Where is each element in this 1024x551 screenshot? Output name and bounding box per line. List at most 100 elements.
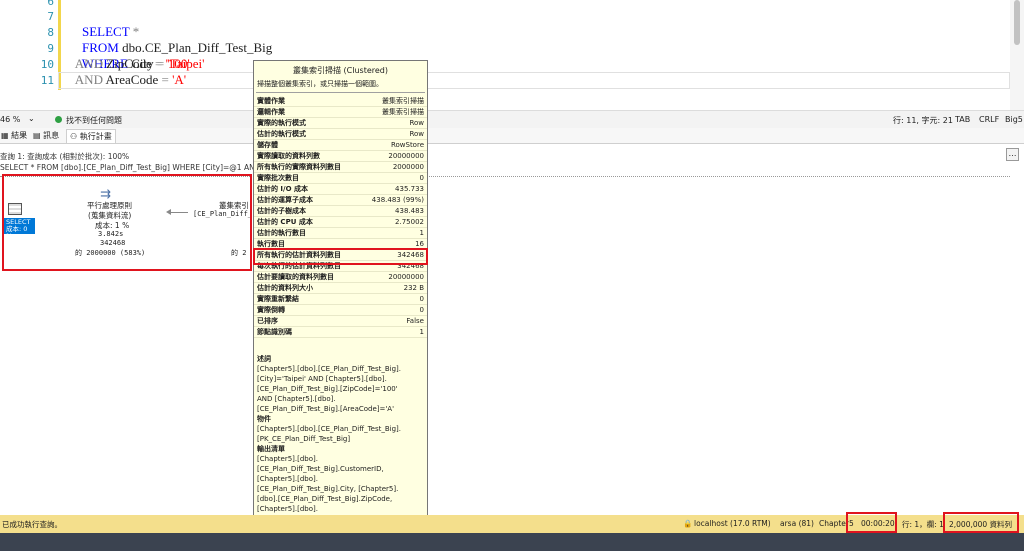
divider [256,92,425,93]
property-name: 實際批次數目 [257,174,299,182]
property-name: 估計的執行數目 [257,229,306,237]
property-value: 叢集索引掃描 [382,97,424,105]
line-number: 7 [47,10,54,23]
query-text: SELECT * FROM [dbo].[CE_Plan_Diff_Test_B… [0,163,278,172]
property-value: 438.483 (99%) [371,196,424,204]
property-value: 232 B [403,284,424,292]
tooltip-output-line: [Chapter5].[dbo]. [257,455,318,463]
tooltip-predicate-line: [CE_Plan_Diff_Test_Big].[ZipCode]='100' [257,385,398,393]
property-name: 估計的子樹成本 [257,207,306,215]
no-issues-icon [55,116,62,123]
tooltip-property-row: 實際讀取的資料列數 20000000 [254,151,427,162]
tab-label: 執行計畫 [79,132,112,141]
highlight-box-rows [943,512,1019,533]
lock-icon: 🔒 [683,519,693,528]
highlight-box-estimated-rows [253,248,428,265]
line-number: 11 [40,74,54,87]
encoding[interactable]: Big5 [1005,115,1023,124]
property-name: 節點識別碼 [257,328,292,336]
tooltip-properties: 實體作業 叢集索引掃描 邏輯作業 叢集索引掃描 實際的執行模式 Row 估計的執行模式 Row… [254,96,427,338]
line-ending[interactable]: CRLF [979,115,999,124]
property-value: 0 [419,174,424,182]
property-value: 20000000 [388,152,424,160]
tooltip-property-row: 實際重新繫結 0 [254,294,427,305]
tooltip-object-line: [PK_CE_Plan_Diff_Test_Big] [257,435,351,443]
tooltip-predicate-line: [City]='Taipei' AND [Chapter5].[dbo]. [257,375,387,383]
property-name: 邏輯作業 [257,108,285,116]
property-name: 實際倒轉 [257,306,285,314]
zoom-level[interactable]: 46 % [0,115,20,124]
scrollbar-thumb[interactable] [1014,0,1020,45]
status-bar: 已成功執行查詢。 🔒 localhost (17.0 RTM) arsa (81… [0,512,1024,533]
tab-execution-plan[interactable]: ⚇ 執行計畫 [66,129,116,143]
query-cost-header: 查詢 1: 查詢成本 (相對於批次): 100% [0,152,130,161]
issues-indicator[interactable]: 找不到任何問題 [66,115,122,126]
tooltip-output-line: [Chapter5].[dbo]. [257,505,318,513]
identifier-token: AreaCode [105,72,159,87]
editor-vertical-scrollbar[interactable] [1010,0,1024,110]
tooltip-predicate-line: AND [Chapter5].[dbo]. [257,395,336,403]
tooltip-output-line: [CE_Plan_Diff_Test_Big].City, [Chapter5]… [257,485,399,493]
section-title: 述詞 [257,355,271,363]
tooltip-property-row: 估計的資料列大小 232 B [254,283,427,294]
more-options-button[interactable]: … [1006,148,1019,161]
property-name: 估計的執行模式 [257,130,306,138]
tooltip-property-row: 所有執行的實際資料列數目 2000000 [254,162,427,173]
property-name: 所有執行的實際資料列數目 [257,163,341,171]
tooltip-property-row: 實際倒轉 0 [254,305,427,316]
property-name: 實體作業 [257,97,285,105]
tooltip-property-row: 估計的執行模式 Row [254,129,427,140]
tooltip-object-line: [Chapter5].[dbo].[CE_Plan_Diff_Test_Big]… [257,425,402,433]
property-value: 1 [419,229,424,237]
indent-mode[interactable]: TAB [955,115,970,124]
property-value: 2.75002 [395,218,424,226]
tooltip-property-row: 估計的子樹成本 438.483 [254,206,427,217]
property-value: Row [409,119,424,127]
property-name: 估計要讀取的資料列數目 [257,273,334,281]
tooltip-predicate-line: [Chapter5].[dbo].[CE_Plan_Diff_Test_Big]… [257,365,402,373]
tab-results[interactable]: ▦ 結果 [0,129,30,143]
tooltip-output-line: [dbo].[CE_Plan_Diff_Test_Big].ZipCode, [257,495,393,503]
property-name: 已排序 [257,317,278,325]
property-name: 儲存體 [257,141,278,149]
property-value: False [406,317,424,325]
code-line-11[interactable]: AND AreaCode = 'A' [69,72,186,104]
property-value: 叢集索引掃描 [382,108,424,116]
section-title: 物件 [257,415,271,423]
highlight-box-operators [2,174,252,271]
section-title: 輸出清單 [257,445,285,453]
identifier-token: ZipCode [106,56,152,71]
execution-plan-pane[interactable]: 查詢 1: 查詢成本 (相對於批次): 100% SELECT * FROM [… [0,145,1024,515]
property-value: 435.733 [395,185,424,193]
property-value: Row [409,130,424,138]
property-name: 估計的資料列大小 [257,284,313,292]
tooltip-property-row: 估計的執行數目 1 [254,228,427,239]
tooltip-property-row: 估計的 CPU 成本 2.75002 [254,217,427,228]
result-tabs: ▦ 結果 ▤ 訊息 ⚇ 執行計畫 [0,128,1024,144]
query-editor[interactable]: 6 7 8 9 10 11 SELECT * FROM dbo.CE_Plan_… [0,0,1024,110]
line-number: 6 [47,0,54,8]
string-token: '100' [165,56,190,71]
editor-status-row: 46 % ⌄ 找不到任何問題 行: 11, 字元: 21 TAB CRLF Bi… [0,110,1024,128]
tooltip-property-row: 儲存體 RowStore [254,140,427,151]
tooltip-title: 叢集索引掃描 (Clustered) [292,66,388,75]
tooltip-property-row: 已排序 False [254,316,427,327]
tab-messages[interactable]: ▤ 訊息 [30,129,62,143]
chevron-down-icon[interactable]: ⌄ [28,114,35,123]
property-value: 20000000 [388,273,424,281]
keyword-token: AND [74,72,103,87]
line-number: 10 [40,58,54,71]
operator-token: = [161,72,169,87]
tooltip-property-row: 實際的執行模式 Row [254,118,427,129]
cursor-position: 行: 11, 字元: 21 [893,116,953,125]
tooltip-property-row: 估計的 I/O 成本 435.733 [254,184,427,195]
cursor-position: 行: 1，欄: 1 [902,520,944,529]
tooltip-property-row: 實體作業 叢集索引掃描 [254,96,427,107]
operator-tooltip: 叢集索引掃描 (Clustered) 掃描整個叢集索引，或只掃描一個範圍。 實體… [253,60,428,551]
property-value: 0 [419,295,424,303]
execution-status: 已成功執行查詢。 [2,520,62,529]
grid-icon: ▦ [1,131,9,140]
tooltip-property-row: 估計的運算子成本 438.483 (99%) [254,195,427,206]
property-value: 1 [419,328,424,336]
operator-token: = [154,56,163,71]
